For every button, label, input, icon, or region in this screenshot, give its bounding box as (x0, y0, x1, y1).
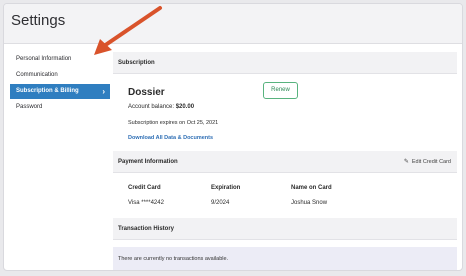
sidebar-item-personal-information[interactable]: Personal Information (10, 52, 110, 67)
sidebar-item-password[interactable]: Password (10, 100, 110, 115)
transactions-section-header: Transaction History (113, 218, 457, 240)
section-title: Payment Information (118, 159, 178, 165)
account-balance: Account balance: $20.00 (128, 104, 194, 110)
plan-name: Dossier (128, 87, 165, 98)
page-title: Settings (11, 12, 66, 29)
renew-button[interactable]: Renew (263, 82, 298, 99)
subscription-section-header: Subscription (113, 52, 457, 74)
payment-section-header: Payment Information ✎ Edit Credit Card (113, 151, 457, 173)
balance-label: Account balance: (128, 104, 175, 110)
section-title: Transaction History (118, 226, 175, 232)
sidebar-item-subscription-billing[interactable]: Subscription & Billing › (10, 84, 110, 99)
edit-credit-card-button[interactable]: ✎ Edit Credit Card (404, 151, 451, 173)
sidebar-item-communication[interactable]: Communication (10, 68, 110, 83)
column-header-expiration: Expiration (211, 185, 241, 191)
settings-sidebar: Personal Information Communication Subsc… (10, 52, 110, 116)
download-data-link[interactable]: Download All Data & Documents (128, 135, 213, 141)
column-header-credit-card: Credit Card (128, 185, 161, 191)
sidebar-item-label: Communication (16, 72, 58, 78)
billing-content: Subscription Dossier Account balance: $2… (113, 52, 457, 270)
section-title: Subscription (118, 60, 155, 66)
card-expiration: 9/2024 (211, 200, 230, 206)
card-holder-name: Joshua Snow (291, 200, 328, 206)
settings-card: Settings Personal Information Communicat… (3, 3, 463, 271)
page-header: Settings (4, 4, 462, 44)
balance-value: $20.00 (175, 104, 195, 110)
chevron-right-icon: › (102, 87, 105, 96)
column-header-name-on-card: Name on Card (291, 185, 332, 191)
subscription-expiry: Subscription expires on Oct 25, 2021 (128, 120, 219, 126)
sidebar-item-label: Personal Information (16, 56, 72, 62)
sidebar-item-label: Subscription & Billing (16, 88, 79, 94)
pencil-icon: ✎ (403, 159, 409, 165)
edit-credit-card-label: Edit Credit Card (411, 159, 451, 165)
sidebar-item-label: Password (16, 104, 43, 110)
card-number: Visa ****4242 (128, 200, 164, 206)
empty-transactions-message: There are currently no transactions avai… (113, 247, 457, 270)
